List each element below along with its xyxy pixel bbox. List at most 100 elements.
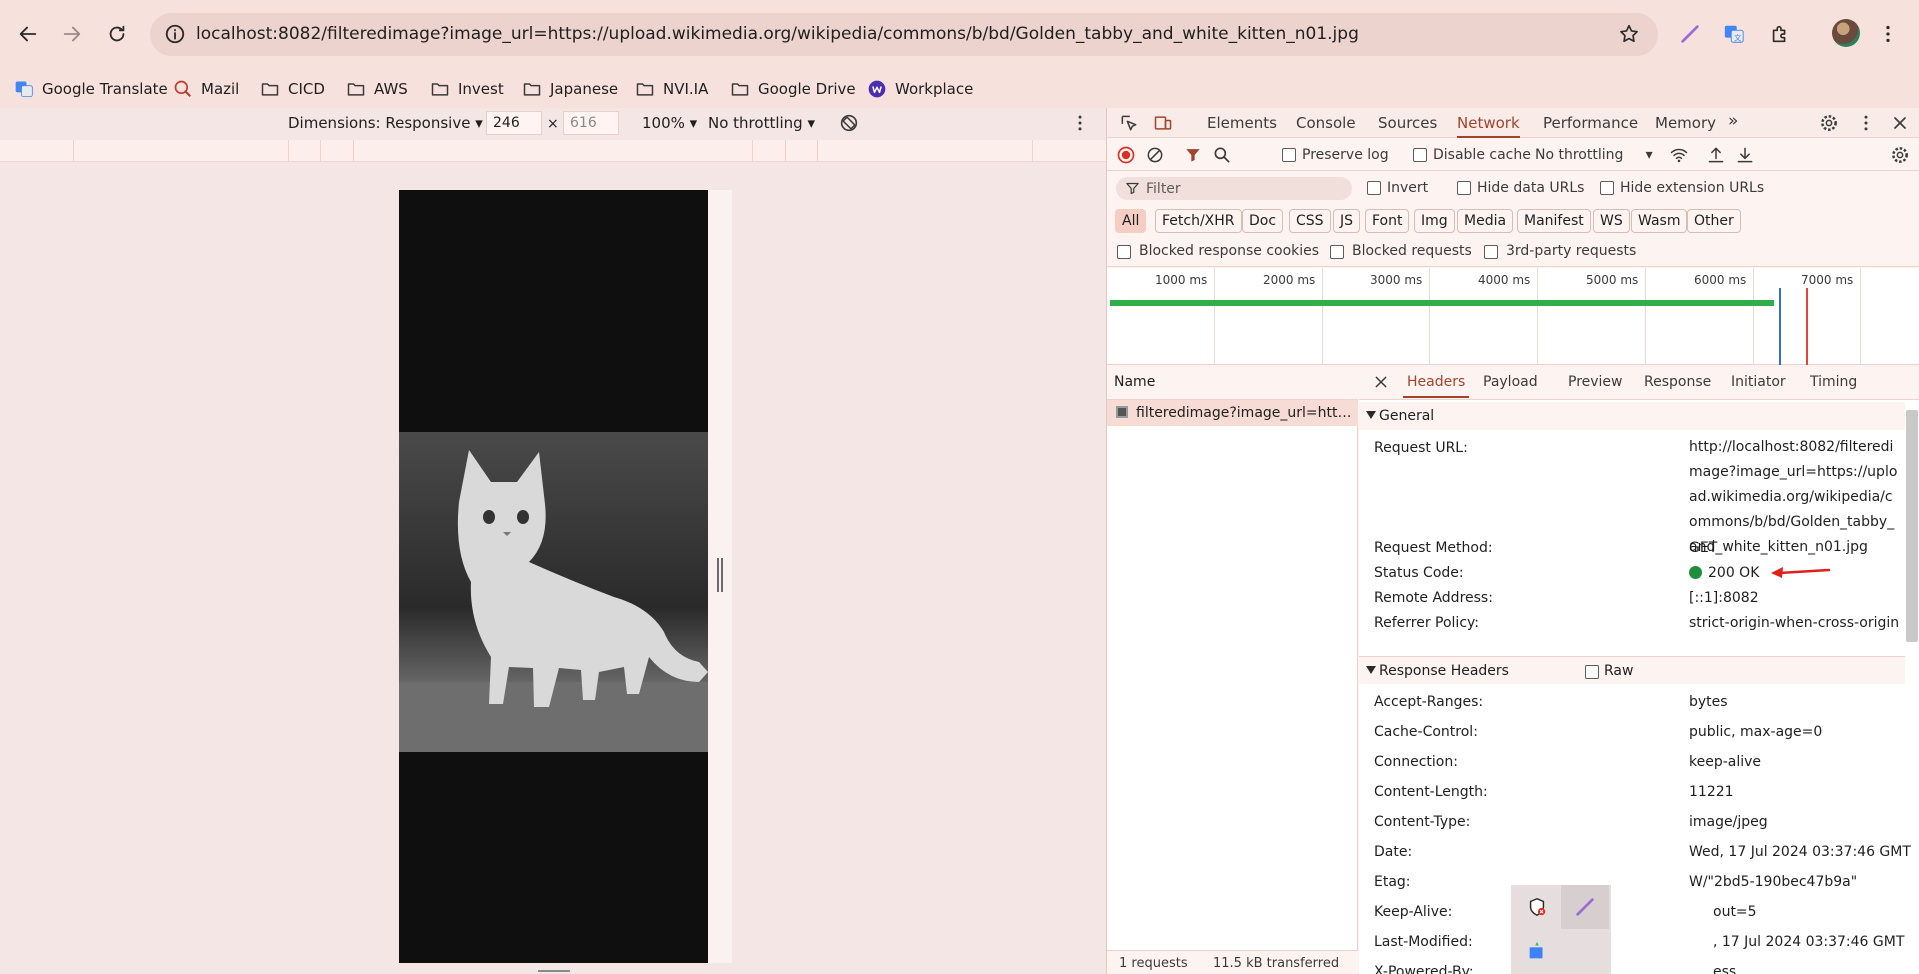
type-filter-doc[interactable]: Doc: [1242, 209, 1284, 233]
timeline-request-bar: [1110, 300, 1774, 306]
general-section-header[interactable]: General: [1359, 402, 1905, 430]
address-bar[interactable]: localhost:8082/filteredimage?image_url=h…: [150, 13, 1658, 56]
raw-checkbox[interactable]: [1585, 665, 1599, 679]
close-icon[interactable]: [1373, 374, 1389, 390]
dimensions-select[interactable]: Dimensions: Responsive ▾: [288, 114, 483, 132]
invert-checkbox[interactable]: [1367, 181, 1381, 195]
bookmark-folder-japanese[interactable]: Japanese: [522, 70, 618, 108]
record-button[interactable]: [1115, 144, 1137, 166]
site-info-icon[interactable]: [164, 23, 186, 45]
tab-initiator[interactable]: Initiator: [1731, 374, 1786, 390]
more-tabs-chevron-icon[interactable]: »: [1728, 111, 1738, 131]
device-viewport[interactable]: [399, 190, 708, 963]
type-filter-manifest[interactable]: Manifest: [1517, 209, 1591, 233]
more-options-icon[interactable]: [1070, 113, 1090, 133]
close-devtools-button[interactable]: [1889, 112, 1911, 134]
filter-input[interactable]: [1146, 179, 1346, 198]
type-filter-font[interactable]: Font: [1365, 209, 1410, 233]
folder-icon: [523, 83, 541, 96]
viewport-resize-handle[interactable]: [717, 558, 723, 592]
disable-cache-checkbox[interactable]: [1413, 148, 1427, 162]
hide-extension-urls-checkbox[interactable]: [1600, 181, 1614, 195]
bookmark-folder-nvi-ia[interactable]: NVI.IA: [635, 70, 708, 108]
record-stop-icon: [1117, 146, 1135, 164]
funnel-icon: [1126, 182, 1139, 195]
hide-data-urls-checkbox[interactable]: [1457, 181, 1471, 195]
request-list: Name filteredimage?image_url=https... 1 …: [1107, 366, 1358, 974]
name-column-header[interactable]: Name: [1107, 366, 1358, 400]
tab-response[interactable]: Response: [1644, 374, 1711, 390]
devtools-menu-button[interactable]: [1855, 112, 1877, 134]
tray-security-button[interactable]: [1513, 885, 1561, 929]
extension-pen-button[interactable]: [1676, 20, 1704, 48]
rotate-icon[interactable]: [838, 112, 860, 134]
bookmark-workplace[interactable]: Workplace: [867, 70, 973, 108]
viewport-bottom-resize-handle[interactable]: [538, 970, 570, 972]
bookmark-folder-cicd[interactable]: CICD: [260, 70, 325, 108]
tray-app-button[interactable]: [1513, 929, 1561, 973]
details-scrollbar[interactable]: [1906, 410, 1918, 642]
type-filter-fetch-xhr[interactable]: Fetch/XHR: [1155, 209, 1242, 233]
type-filter-ws[interactable]: WS: [1593, 209, 1630, 233]
network-conditions-button[interactable]: [1668, 144, 1690, 166]
type-filter-css[interactable]: CSS: [1289, 209, 1331, 233]
bookmark-mazil[interactable]: Mazil: [173, 70, 239, 108]
export-har-button[interactable]: [1734, 144, 1756, 166]
type-filter-js[interactable]: JS: [1333, 209, 1361, 233]
timeline-tick: 1000 ms: [1155, 268, 1215, 365]
extension-translate-button[interactable]: 文: [1720, 20, 1748, 48]
device-width-input[interactable]: [486, 111, 542, 135]
bookmark-star-icon[interactable]: [1618, 23, 1640, 45]
filter-box[interactable]: [1116, 177, 1352, 200]
address-bar-url[interactable]: localhost:8082/filteredimage?image_url=h…: [196, 24, 1359, 44]
bookmark-folder-google-drive[interactable]: Google Drive: [730, 70, 856, 108]
import-har-button[interactable]: [1705, 144, 1727, 166]
device-toolbar-toggle[interactable]: [1152, 112, 1174, 134]
back-button[interactable]: [10, 16, 46, 52]
bookmark-folder-invest[interactable]: Invest: [430, 70, 504, 108]
tab-headers[interactable]: Headers: [1402, 374, 1470, 398]
tab-payload[interactable]: Payload: [1483, 374, 1538, 390]
forward-button[interactable]: [54, 16, 90, 52]
tab-sources[interactable]: Sources: [1378, 114, 1437, 132]
kebab-menu-icon: [1886, 25, 1890, 43]
extensions-button[interactable]: [1766, 20, 1794, 48]
media-query-ruler[interactable]: [0, 140, 1106, 162]
tab-preview[interactable]: Preview: [1568, 374, 1623, 390]
tab-network[interactable]: Network: [1457, 114, 1520, 138]
device-height-input[interactable]: [563, 111, 619, 135]
clear-button[interactable]: [1144, 144, 1166, 166]
emulation-throttling-select[interactable]: No throttling ▾: [708, 114, 815, 132]
third-party-requests-checkbox[interactable]: [1484, 245, 1498, 259]
preserve-log-checkbox[interactable]: [1282, 148, 1296, 162]
bookmark-google-translate[interactable]: Google Translate: [14, 70, 168, 108]
blocked-response-cookies-checkbox[interactable]: [1117, 245, 1131, 259]
request-row[interactable]: filteredimage?image_url=https...: [1107, 400, 1358, 426]
bookmark-folder-aws[interactable]: AWS: [346, 70, 408, 108]
inspect-element-button[interactable]: [1118, 112, 1140, 134]
type-filter-img[interactable]: Img: [1414, 209, 1455, 233]
network-settings-button[interactable]: [1889, 144, 1911, 166]
tab-elements[interactable]: Elements: [1207, 114, 1277, 132]
search-button[interactable]: [1211, 144, 1233, 166]
type-filter-wasm[interactable]: Wasm: [1631, 209, 1688, 233]
type-filter-all[interactable]: All: [1115, 209, 1147, 233]
reload-button[interactable]: [99, 16, 135, 52]
filter-toggle-button[interactable]: [1182, 144, 1204, 166]
type-filter-other[interactable]: Other: [1687, 209, 1741, 233]
browser-menu-button[interactable]: [1874, 20, 1902, 48]
blocked-requests-checkbox[interactable]: [1330, 245, 1344, 259]
tab-performance[interactable]: Performance: [1543, 114, 1638, 132]
network-overview-timeline[interactable]: 1000 ms 2000 ms 3000 ms 4000 ms 5000 ms …: [1107, 268, 1919, 365]
devtools-settings-button[interactable]: [1818, 112, 1840, 134]
network-throttling-select[interactable]: No throttling ▾: [1535, 147, 1653, 163]
tray-pen-button[interactable]: [1561, 885, 1609, 929]
tab-memory[interactable]: Memory: [1655, 114, 1716, 132]
type-filter-media[interactable]: Media: [1457, 209, 1514, 233]
tab-timing[interactable]: Timing: [1810, 374, 1857, 390]
zoom-select[interactable]: 100% ▾: [642, 114, 697, 132]
google-translate-icon: 文: [1724, 25, 1744, 43]
response-headers-section-header[interactable]: Response Headers Raw: [1359, 656, 1905, 684]
tab-console[interactable]: Console: [1296, 114, 1356, 132]
profile-avatar[interactable]: [1832, 19, 1860, 47]
